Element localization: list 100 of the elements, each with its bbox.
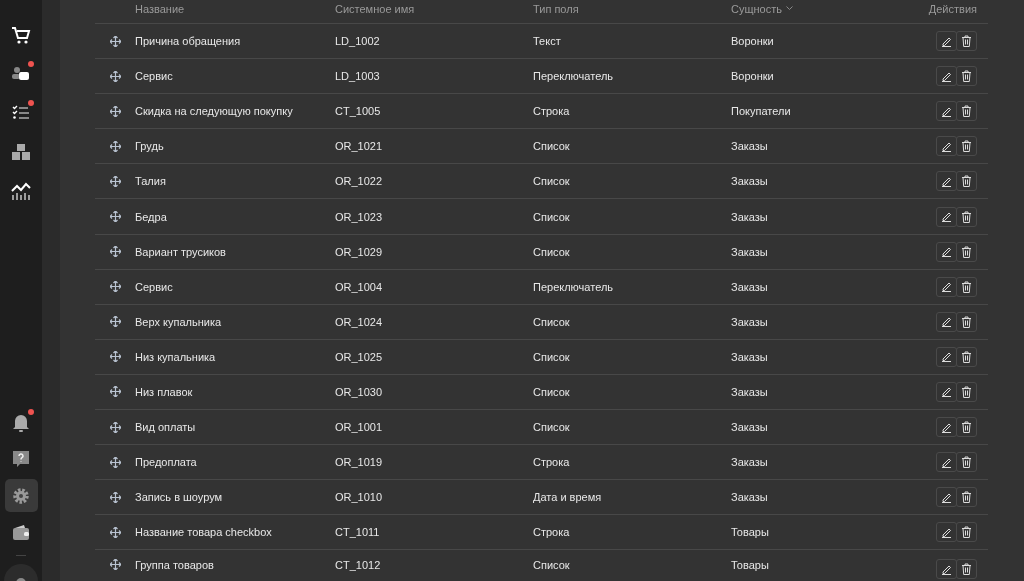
delete-button[interactable] — [956, 559, 977, 580]
column-header: Системное имя — [335, 2, 416, 15]
delete-button[interactable] — [956, 66, 977, 87]
table-cell-text: Сервис — [135, 280, 174, 293]
edit-button[interactable] — [936, 417, 957, 438]
edit-button[interactable] — [936, 171, 957, 192]
trash-icon — [961, 140, 972, 153]
column-header: Тип поля — [533, 2, 580, 15]
table-cell-text: Строка — [533, 105, 571, 118]
table-cell-text: Переключатель — [533, 280, 615, 293]
drag-handle-icon[interactable] — [109, 316, 121, 328]
edit-button[interactable] — [936, 31, 957, 52]
delete-button[interactable] — [956, 452, 977, 473]
table-cell-text: Заказы — [731, 386, 769, 398]
delete-button[interactable] — [956, 241, 977, 262]
table-cell-text: Товары — [731, 526, 770, 539]
delete-button[interactable] — [956, 487, 977, 508]
table-cell-text: Заказы — [731, 421, 769, 434]
drag-handle-icon[interactable] — [109, 246, 121, 258]
drag-handle-icon[interactable] — [109, 491, 121, 503]
edit-button[interactable] — [936, 452, 957, 473]
table-cell-text: Заказы — [731, 140, 769, 153]
delete-button[interactable] — [956, 382, 977, 402]
trash-icon — [961, 315, 972, 328]
trash-icon — [961, 280, 972, 293]
delete-button[interactable] — [956, 417, 977, 438]
sidebar-item[interactable] — [4, 479, 38, 512]
edit-button[interactable] — [936, 559, 957, 580]
delete-button[interactable] — [956, 171, 977, 192]
drag-handle-icon[interactable] — [109, 526, 121, 538]
table-cell-text: Грудь — [135, 140, 165, 153]
table-cell-text: Покупатели — [731, 105, 792, 118]
pencil-icon — [941, 526, 952, 538]
table-cell-text: OR_1024 — [335, 315, 384, 328]
table-cell-text: Список — [533, 175, 571, 188]
table-cell-text: Сервис — [135, 70, 174, 83]
edit-button[interactable] — [936, 487, 957, 508]
trash-icon — [961, 175, 972, 188]
pencil-icon — [941, 421, 952, 433]
column-header: Действия — [927, 2, 978, 15]
table-cell-text: Вид оплаты — [135, 421, 197, 434]
trash-icon — [961, 563, 972, 576]
pencil-icon — [941, 175, 952, 187]
table-cell-text: OR_1021 — [335, 140, 384, 153]
drag-handle-icon[interactable] — [109, 386, 121, 398]
edit-button[interactable] — [936, 311, 957, 332]
table-cell-text: OR_1010 — [335, 491, 384, 504]
drag-handle-icon[interactable] — [109, 281, 121, 293]
drag-handle-icon[interactable] — [109, 211, 121, 222]
trash-icon — [961, 35, 972, 48]
drag-handle-icon[interactable] — [109, 70, 121, 82]
table-cell-text: Воронки — [731, 35, 775, 48]
delete-button[interactable] — [956, 136, 977, 157]
pencil-icon — [941, 456, 952, 468]
trash-icon — [961, 456, 972, 469]
table-cell-text: Список — [533, 386, 571, 398]
table-cell-text: Бедра — [135, 210, 168, 223]
delete-button[interactable] — [956, 31, 977, 52]
edit-button[interactable] — [936, 101, 957, 122]
drag-handle-icon[interactable] — [109, 35, 121, 47]
edit-button[interactable] — [936, 346, 957, 367]
edit-button[interactable] — [936, 136, 957, 157]
table-cell-text: Название товара checkbox — [135, 526, 273, 539]
table-cell-text: Заказы — [731, 245, 769, 258]
table-cell-text: OR_1030 — [335, 386, 384, 398]
trash-icon — [961, 491, 972, 504]
table-cell-text: Список — [533, 140, 571, 153]
drag-handle-icon[interactable] — [109, 175, 121, 187]
edit-button[interactable] — [936, 276, 957, 297]
delete-button[interactable] — [956, 522, 977, 543]
trash-icon — [961, 105, 972, 118]
table-cell-text: Причина обращения — [135, 35, 242, 48]
edit-button[interactable] — [936, 206, 957, 227]
table-cell-text: Вариант трусиков — [135, 245, 227, 258]
edit-button[interactable] — [936, 241, 957, 262]
trash-icon — [961, 350, 972, 363]
trash-icon — [961, 70, 972, 83]
pencil-icon — [941, 281, 952, 293]
delete-button[interactable] — [956, 346, 977, 367]
delete-button[interactable] — [956, 311, 977, 332]
edit-button[interactable] — [936, 382, 957, 402]
pencil-icon — [941, 351, 952, 363]
drag-handle-icon[interactable] — [109, 559, 121, 571]
drag-handle-icon[interactable] — [109, 456, 121, 468]
pencil-icon — [941, 35, 952, 47]
delete-button[interactable] — [956, 206, 977, 227]
drag-handle-icon[interactable] — [109, 351, 121, 363]
trash-icon — [961, 526, 972, 539]
drag-handle-icon[interactable] — [109, 105, 121, 117]
table-cell-text: OR_1004 — [335, 280, 384, 293]
pencil-icon — [941, 105, 952, 117]
drag-handle-icon[interactable] — [109, 140, 121, 152]
table-cell-text: Переключатель — [533, 70, 615, 83]
table-cell-text: Строка — [533, 526, 571, 539]
trash-icon — [961, 210, 972, 223]
edit-button[interactable] — [936, 66, 957, 87]
edit-button[interactable] — [936, 522, 957, 543]
drag-handle-icon[interactable] — [109, 421, 121, 433]
delete-button[interactable] — [956, 276, 977, 297]
delete-button[interactable] — [956, 101, 977, 122]
